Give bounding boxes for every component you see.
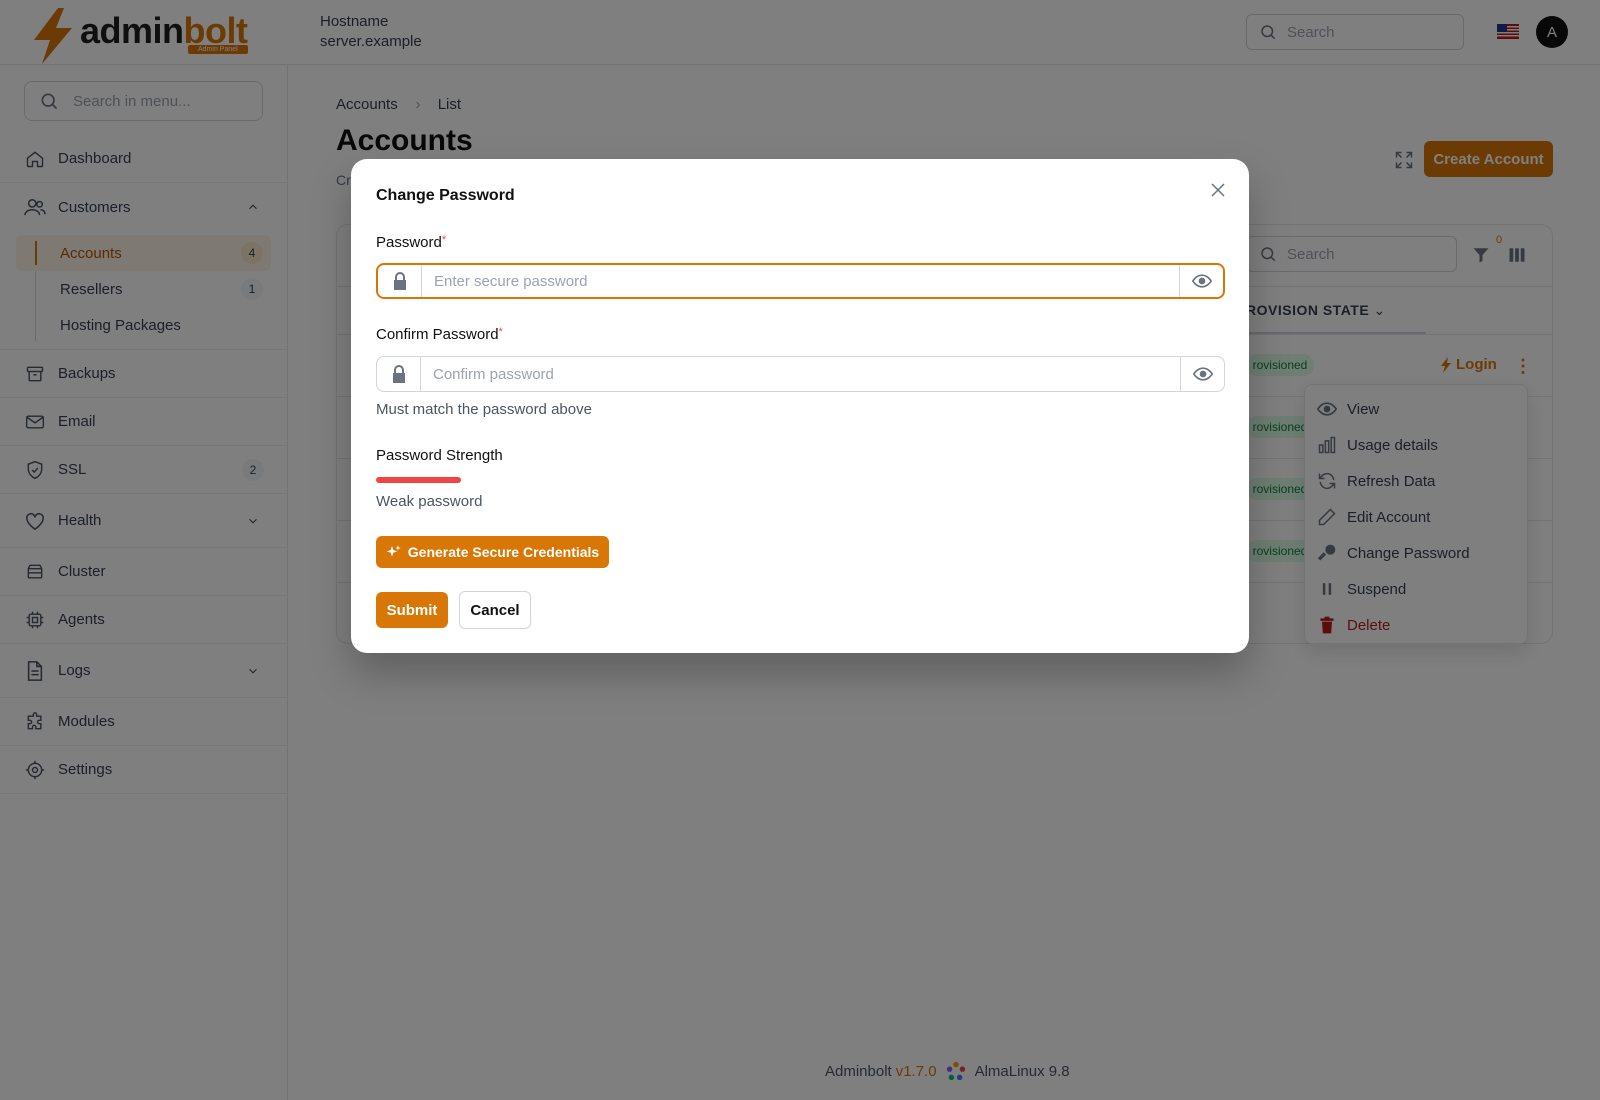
modal-title: Change Password: [376, 187, 515, 204]
password-label: Password*: [376, 234, 447, 251]
required-mark: *: [441, 234, 447, 246]
password-placeholder: Enter secure password: [434, 272, 588, 290]
required-mark: *: [498, 326, 503, 338]
confirm-password-prefix: [377, 357, 421, 391]
password-strength-label: Password Strength: [376, 447, 503, 464]
confirm-password-label: Confirm Password*: [376, 326, 503, 343]
password-field[interactable]: Enter secure password: [376, 263, 1225, 299]
password-strength-bar: [376, 477, 461, 483]
confirm-password-hint: Must match the password above: [376, 401, 592, 418]
generate-credentials-label: Generate Secure Credentials: [407, 544, 600, 560]
cancel-button[interactable]: Cancel: [459, 591, 531, 629]
toggle-password-visibility[interactable]: [1179, 265, 1223, 297]
sparkles-icon: [386, 545, 401, 557]
lock-icon: [392, 365, 405, 383]
lock-icon: [393, 272, 406, 290]
confirm-password-placeholder: Confirm password: [433, 365, 554, 383]
eye-icon: [1192, 367, 1213, 381]
password-strength-text: Weak password: [376, 493, 483, 510]
toggle-confirm-visibility[interactable]: [1180, 357, 1224, 391]
generate-credentials-button[interactable]: Generate Secure Credentials: [376, 536, 609, 568]
confirm-password-field[interactable]: Confirm password: [376, 356, 1225, 392]
change-password-modal: Change Password Password* Enter secure p…: [351, 159, 1249, 653]
close-icon[interactable]: [1209, 181, 1227, 199]
submit-button[interactable]: Submit: [376, 592, 448, 628]
password-prefix: [378, 265, 422, 297]
eye-icon: [1191, 274, 1212, 288]
